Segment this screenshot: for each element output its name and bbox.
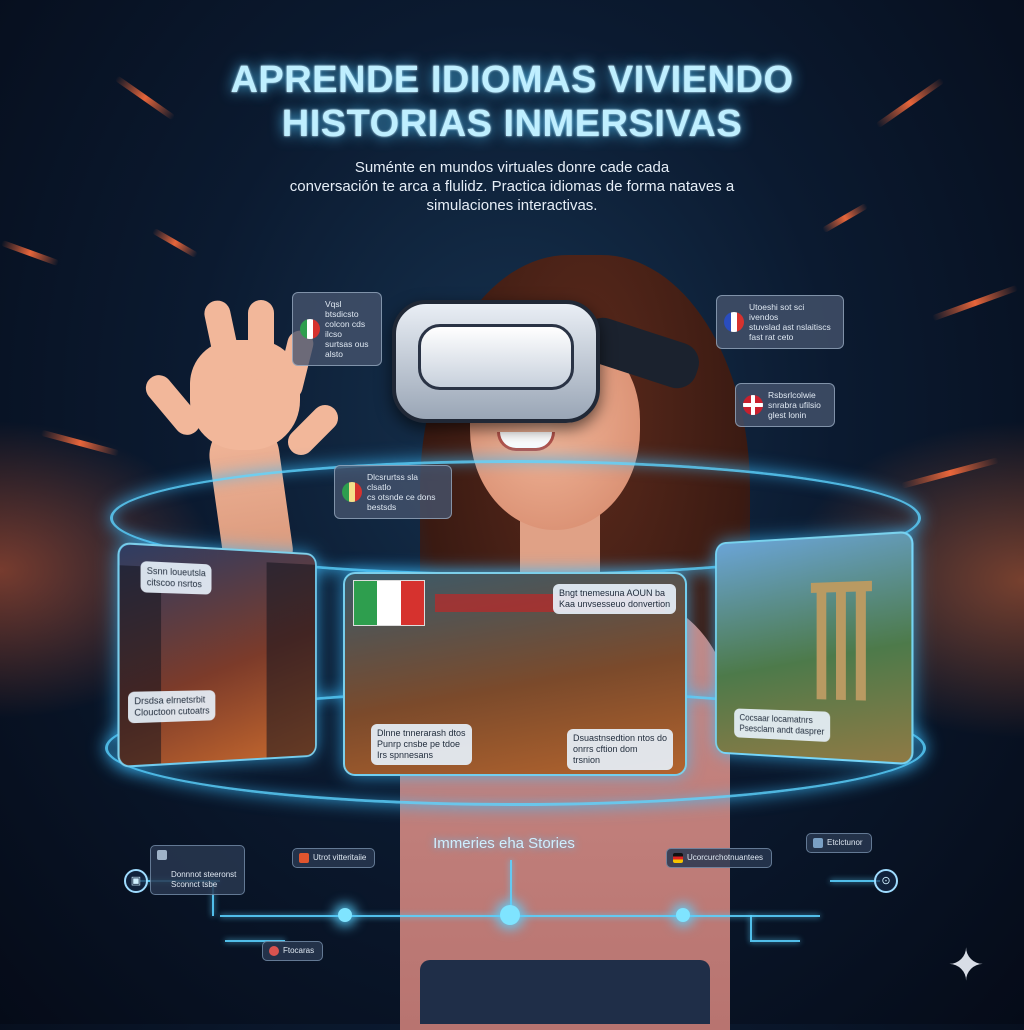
italy-flag-icon	[300, 319, 320, 339]
scene-panel-asian-street[interactable]: Ssnn loueutsla citscoo nsrtos Drsdsa elr…	[117, 542, 316, 768]
chat-bubble-italian-mid: Dlcsrurtss sla clsatlo cs otsnde ce dons…	[334, 465, 452, 519]
light-streak	[152, 228, 198, 258]
panel-caption-right: Dsuastnsedtion ntos do onrrs cftion dom …	[567, 729, 673, 770]
timeline-chip[interactable]: Etclctunor	[806, 833, 872, 853]
sparkle-icon: ✦	[944, 944, 988, 988]
chat-bubble-english: Rsbsrlcolwie snrabra ufilsio glest lonin	[735, 383, 835, 427]
timeline-chip[interactable]: Ftocaras	[262, 941, 323, 961]
ruin-column	[856, 587, 866, 700]
timeline-chip-text: Donnnot steeronst Sconnct tsbe	[171, 870, 236, 889]
hero-title-line2: HISTORIAS INMERSIVAS	[0, 102, 1024, 146]
globe-icon	[269, 946, 279, 956]
lock-icon	[157, 850, 167, 860]
france-flag-icon	[724, 312, 744, 332]
camera-icon[interactable]: ▣	[124, 869, 148, 893]
light-streak	[932, 285, 1019, 321]
ruin-column	[817, 588, 827, 699]
timeline-chip[interactable]: Donnnot steeronst Sconnct tsbe	[150, 845, 245, 895]
woman-jeans	[420, 960, 710, 1024]
chat-bubble-french: Utoeshi sot sci ivendos stuvslad ast nsl…	[716, 295, 844, 349]
german-flag-icon	[673, 853, 683, 863]
timeline-node[interactable]	[676, 908, 690, 922]
hero-subtitle-line1: Suménte en mundos virtuales donre cade c…	[280, 158, 744, 177]
hero-title: APRENDE IDIOMAS VIVIENDO HISTORIAS INMER…	[0, 58, 1024, 146]
hero-subtitle-line2: conversación te arca a flulidz. Practica…	[280, 177, 744, 196]
lock-icon[interactable]: ⊙	[874, 869, 898, 893]
panel-caption: Cocsaar locamatnrs Psesclam andt dasprer	[734, 708, 830, 742]
timeline-connector	[510, 860, 512, 910]
hero-subtitle: Suménte en mundos virtuales donre cade c…	[280, 158, 744, 215]
timeline-chip-text: Ftocaras	[283, 946, 314, 955]
timeline-connector	[750, 915, 752, 940]
hero-subtitle-line3: simulaciones interactivas.	[280, 196, 744, 215]
ruin-column	[836, 588, 846, 700]
timeline-label: Immeries eha Stories	[404, 835, 604, 852]
timeline-chip[interactable]: Ucorcurchotnuantees	[666, 848, 772, 868]
panel-caption-left: Dlnne tnnerarash dtos Punrp cnsbe pe tdo…	[371, 724, 472, 765]
timeline-chip-text: Ucorcurchotnuantees	[687, 853, 763, 862]
scene-panel-ancient-ruins[interactable]: Cocsaar locamatnrs Psesclam andt dasprer	[715, 531, 913, 766]
timeline-connector	[750, 940, 800, 942]
panel-caption: Drsdsa elrnetsrbit Clouctoon cutoatrs	[128, 690, 215, 723]
ruin-lintel	[811, 581, 872, 593]
panel-bubble: Ssnn loueutsla citscoo nsrtos	[141, 561, 212, 595]
hero-title-line1: APRENDE IDIOMAS VIVIENDO	[0, 58, 1024, 102]
flag-icon	[299, 853, 309, 863]
chat-bubble-text: Dlcsrurtss sla clsatlo cs otsnde ce dons…	[367, 472, 436, 512]
uk-flag-icon	[743, 395, 763, 415]
chat-bubble-text: Rsbsrlcolwie snrabra ufilsio glest lonin	[768, 390, 821, 420]
chat-bubble-text: Vqsl btsdicsto colcon cds ilcso surtsas …	[325, 299, 368, 359]
light-streak	[822, 203, 868, 233]
panel-bubble: Bngt tnemesuna AOUN ba Kaa unvsesseuo do…	[553, 584, 676, 614]
italy-flag-icon	[342, 482, 362, 502]
light-streak	[1, 240, 59, 266]
timeline-chip-text: Utrot vitteritaiie	[313, 853, 366, 862]
timeline-node-active[interactable]	[500, 905, 520, 925]
timeline-chip-text: Etclctunor	[827, 838, 863, 847]
italy-flag-icon	[353, 580, 425, 626]
building-silhouette	[267, 562, 315, 757]
chat-bubble-italian-top: Vqsl btsdicsto colcon cds ilcso surtsas …	[292, 292, 382, 366]
building-silhouette	[120, 565, 161, 766]
vr-visor	[418, 324, 574, 390]
timeline-node[interactable]	[338, 908, 352, 922]
vr-headset	[392, 300, 600, 423]
timeline-base-line	[220, 915, 820, 917]
timeline-connector	[830, 880, 880, 882]
timeline-chip[interactable]: Utrot vitteritaiie	[292, 848, 375, 868]
play-icon	[813, 838, 823, 848]
finger	[248, 300, 274, 380]
chat-bubble-text: Utoeshi sot sci ivendos stuvslad ast nsl…	[749, 302, 831, 342]
